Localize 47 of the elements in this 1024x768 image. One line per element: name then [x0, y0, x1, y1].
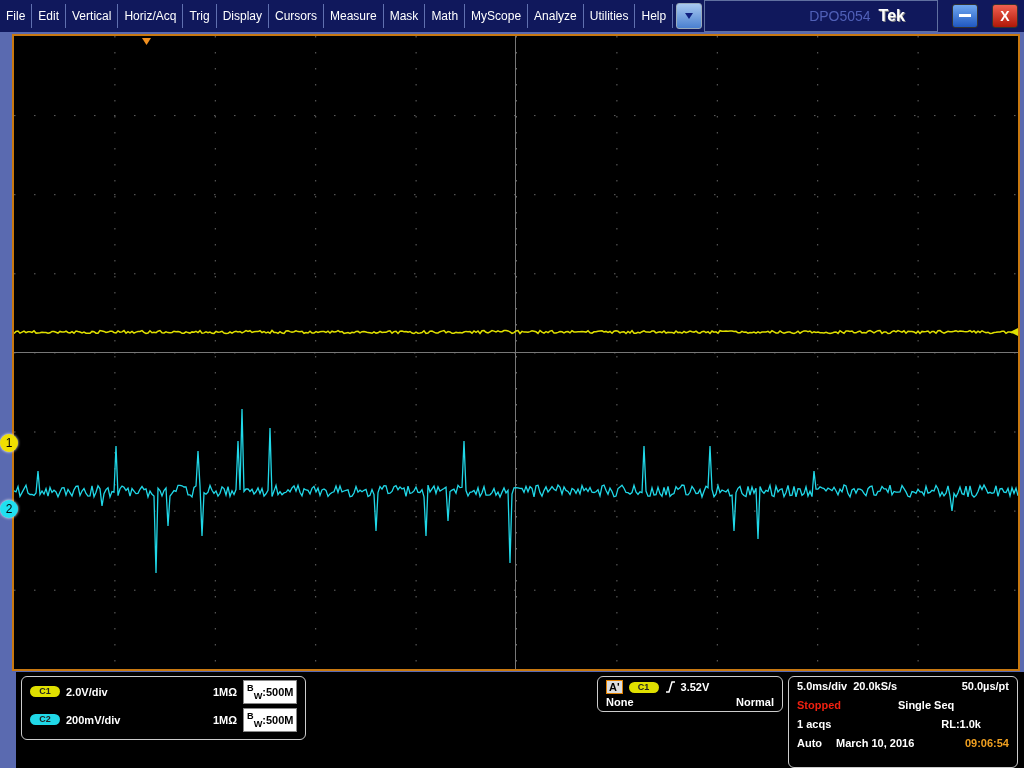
clock-time: 09:06:54 — [964, 737, 1009, 749]
menu-item[interactable]: Help — [635, 4, 674, 28]
menu-item[interactable]: Math — [425, 4, 466, 28]
trigger-level: 3.52V — [680, 681, 710, 693]
vertical-scale: 2.0V/div — [66, 685, 109, 698]
menu-item[interactable]: MyScope — [465, 4, 529, 28]
timebase: 5.0ms/div — [797, 680, 848, 692]
trigger-coupling: None — [606, 696, 634, 708]
channel-badge[interactable]: C1 — [30, 686, 60, 698]
run-state: Stopped — [797, 699, 842, 711]
minimize-icon — [959, 14, 971, 18]
menu-item[interactable]: Analyze — [528, 4, 584, 28]
vertical-scale: 200mV/div — [66, 713, 122, 726]
menu-item[interactable]: Vertical — [66, 4, 119, 28]
menu-item[interactable]: Measure — [324, 4, 384, 28]
minimize-button[interactable] — [952, 4, 978, 28]
menu-item[interactable]: Horiz/Acq — [118, 4, 184, 28]
menu-item[interactable]: Edit — [32, 4, 67, 28]
close-button[interactable]: X — [992, 4, 1018, 28]
menu-item[interactable]: Cursors — [269, 4, 324, 28]
rising-edge-icon — [664, 681, 675, 693]
channel-badge[interactable]: C2 — [30, 714, 60, 726]
channel-marker[interactable]: 2 — [0, 500, 18, 518]
menu-item[interactable]: Display — [216, 4, 269, 28]
menu-dropdown-button[interactable] — [676, 3, 703, 29]
trigger-mode: Normal — [736, 696, 774, 708]
record-length: RL:1.0k — [941, 718, 981, 730]
menu-item[interactable]: Trig — [183, 4, 217, 28]
trigger-source-badge: C1 — [628, 681, 659, 693]
brand-logo: Tek — [878, 7, 905, 25]
trigger-mode: Auto — [797, 737, 823, 749]
channel-marker[interactable]: 1 — [0, 434, 18, 452]
impedance: 1MΩ — [211, 713, 237, 726]
sample-rate: 20.0kS/s — [853, 680, 898, 692]
time-per-point: 50.0µs/pt — [961, 680, 1009, 692]
menu-item[interactable]: Utilities — [583, 4, 636, 28]
model-name: DPO5054 — [809, 8, 871, 24]
acquisition-count: 1 acqs — [797, 718, 832, 730]
menu-item[interactable]: File — [0, 4, 33, 28]
run-mode: Single Seq — [898, 699, 955, 711]
trigger-position-icon — [142, 38, 151, 45]
date: March 10, 2016 — [836, 737, 915, 749]
menu-item[interactable]: Mask — [383, 4, 426, 28]
trigger-tag: A' — [606, 680, 623, 694]
caret-down-icon — [684, 12, 695, 20]
trigger-level-icon — [1010, 328, 1018, 336]
impedance: 1MΩ — [211, 685, 237, 698]
